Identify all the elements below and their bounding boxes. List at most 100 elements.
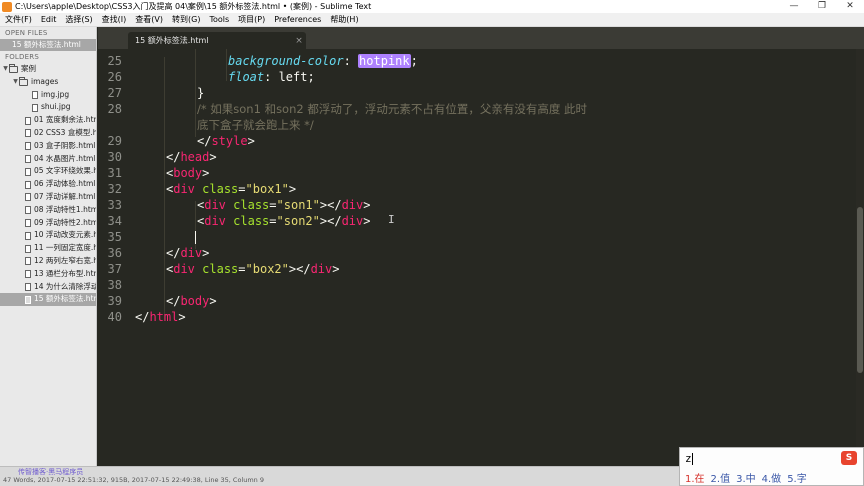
tag-name-token: div	[173, 182, 195, 196]
file-icon	[25, 257, 31, 266]
file-tree-item[interactable]: 09 浮动特性2.html	[0, 217, 96, 230]
tag-name-token: div	[204, 214, 226, 228]
menu-tools[interactable]: Tools	[204, 15, 233, 24]
menu-view[interactable]: 查看(V)	[130, 14, 167, 25]
code-token: >	[363, 198, 371, 212]
menu-help[interactable]: 帮助(H)	[325, 14, 362, 25]
file-label: 08 浮动特性1.html	[34, 204, 96, 214]
menu-goto[interactable]: 转到(G)	[167, 14, 204, 25]
file-tree-item[interactable]: 02 CSS3 盒模型.html	[0, 127, 96, 140]
code-content: <div class="son1"></div>	[197, 197, 370, 213]
expand-arrow-icon[interactable]: ▼	[2, 63, 9, 76]
css-property-token: float	[228, 70, 265, 84]
menu-find[interactable]: 查找(I)	[97, 14, 131, 25]
line-number: 25	[107, 54, 122, 68]
file-tree-item[interactable]: 05 文字环绕效果.html	[0, 165, 96, 178]
code-token: :	[264, 70, 279, 84]
tab-label: 15 额外标签法.html	[135, 36, 209, 45]
code-line: 37 <div class="box2"></div>	[98, 261, 864, 277]
code-token: }	[197, 86, 205, 100]
code-content: </div>	[166, 245, 209, 261]
file-tree-item[interactable]: 13 通栏分布型.html	[0, 268, 96, 281]
attribute-token: class	[233, 214, 270, 228]
code-token: >	[209, 294, 217, 308]
menu-file[interactable]: 文件(F)	[0, 14, 36, 25]
file-tree-item[interactable]: 04 水晶图片.html	[0, 153, 96, 166]
open-file-item[interactable]: 15 额外标签法.html	[0, 39, 96, 51]
maximize-button[interactable]: ❐	[808, 0, 836, 13]
file-tree-item[interactable]: 03 盒子阴影.html	[0, 140, 96, 153]
menu-selection[interactable]: 选择(S)	[60, 14, 96, 25]
line-number: 38	[107, 278, 122, 292]
scrollbar-thumb[interactable]	[857, 207, 863, 373]
file-label: 09 浮动特性2.html	[34, 217, 96, 227]
image-file-item[interactable]: shui.jpg	[0, 101, 96, 114]
code-line: 底下盒子就会跑上来 */	[98, 117, 864, 133]
close-window-button[interactable]: ✕	[836, 0, 864, 13]
code-token: >	[247, 134, 255, 148]
folder-root[interactable]: ▼ 案例	[0, 63, 96, 76]
code-token: </	[166, 294, 181, 308]
file-label: 13 通栏分布型.html	[34, 268, 96, 278]
tag-name-token: div	[341, 214, 364, 228]
ime-candidate[interactable]: 4.做	[762, 470, 782, 485]
code-token: left	[278, 70, 308, 84]
tab-bar: 15 额外标签法.html ×	[98, 27, 864, 49]
file-tree-item[interactable]: 15 额外标签法.html	[0, 293, 96, 307]
menu-preferences[interactable]: Preferences	[269, 15, 325, 24]
folder-label: images	[31, 76, 59, 86]
comment-token: /* 如果son1 和son2 都浮动了，浮动元素不占有位置，父亲有没有高度 此…	[197, 102, 588, 116]
image-file-item[interactable]: img.jpg	[0, 89, 96, 102]
vertical-scrollbar[interactable]	[856, 49, 864, 466]
file-icon	[25, 295, 31, 304]
code-line: 36 </div>	[98, 245, 864, 261]
code-token: >	[202, 246, 210, 260]
file-label: img.jpg	[41, 89, 70, 99]
tag-name-token: div	[310, 262, 333, 276]
file-tree-item[interactable]: 10 浮动改变元素.html	[0, 229, 96, 242]
file-tree-item[interactable]: 12 两列左窄右宽.html	[0, 255, 96, 268]
tab-active-file[interactable]: 15 额外标签法.html ×	[128, 32, 306, 49]
folder-open-icon	[9, 63, 18, 73]
file-label: 11 一列固定宽度.html	[34, 243, 96, 253]
close-tab-icon[interactable]: ×	[292, 36, 306, 46]
code-content: <div class="box1">	[166, 181, 296, 197]
comment-token: 底下盒子就会跑上来 */	[197, 118, 314, 132]
ime-candidate[interactable]: 1.在	[685, 470, 705, 485]
line-number: 29	[107, 134, 122, 148]
code-token: :	[343, 54, 359, 68]
file-tree-item[interactable]: 06 浮动体验.html	[0, 178, 96, 191]
code-content: <body>	[166, 165, 209, 181]
expand-arrow-icon[interactable]: ▼	[12, 76, 19, 89]
line-number: 34	[107, 214, 122, 228]
minimize-button[interactable]: —	[780, 0, 808, 13]
code-editor[interactable]: I 25 background-color: hotpink; 26 float: l…	[98, 49, 864, 466]
ime-candidate[interactable]: 3.中	[736, 470, 756, 485]
line-number: 30	[107, 150, 122, 164]
code-token: =	[238, 262, 246, 276]
code-line: 35	[98, 229, 864, 245]
code-content: }	[197, 85, 204, 101]
menu-edit[interactable]: Edit	[36, 15, 61, 24]
code-token: =	[269, 214, 277, 228]
string-token: "son1"	[276, 198, 320, 212]
attribute-token: class	[233, 198, 270, 212]
code-token: ></	[288, 262, 311, 276]
file-tree-item[interactable]: 01 宽度剩余法.html	[0, 114, 96, 127]
code-line: 34 <div class="son2"></div>	[98, 213, 864, 229]
ime-candidate[interactable]: 2.值	[711, 470, 731, 485]
code-token: </	[166, 150, 181, 164]
folder-label: 案例	[21, 64, 36, 73]
line-number: 26	[107, 70, 122, 84]
file-tree-item[interactable]: 07 浮动详解.html	[0, 191, 96, 204]
file-tree-item[interactable]: 08 浮动特性1.html	[0, 204, 96, 217]
file-tree-item[interactable]: 14 为什么清除浮动.html	[0, 281, 96, 294]
file-icon	[25, 282, 31, 291]
file-tree-item[interactable]: 11 一列固定宽度.html	[0, 242, 96, 255]
attribute-token: class	[202, 262, 239, 276]
tag-name-token: div	[204, 198, 226, 212]
menu-project[interactable]: 项目(P)	[233, 14, 269, 25]
folder-images[interactable]: ▼ images	[0, 76, 96, 89]
ime-candidate[interactable]: 5.字	[787, 470, 807, 485]
tag-name-token: div	[341, 198, 364, 212]
